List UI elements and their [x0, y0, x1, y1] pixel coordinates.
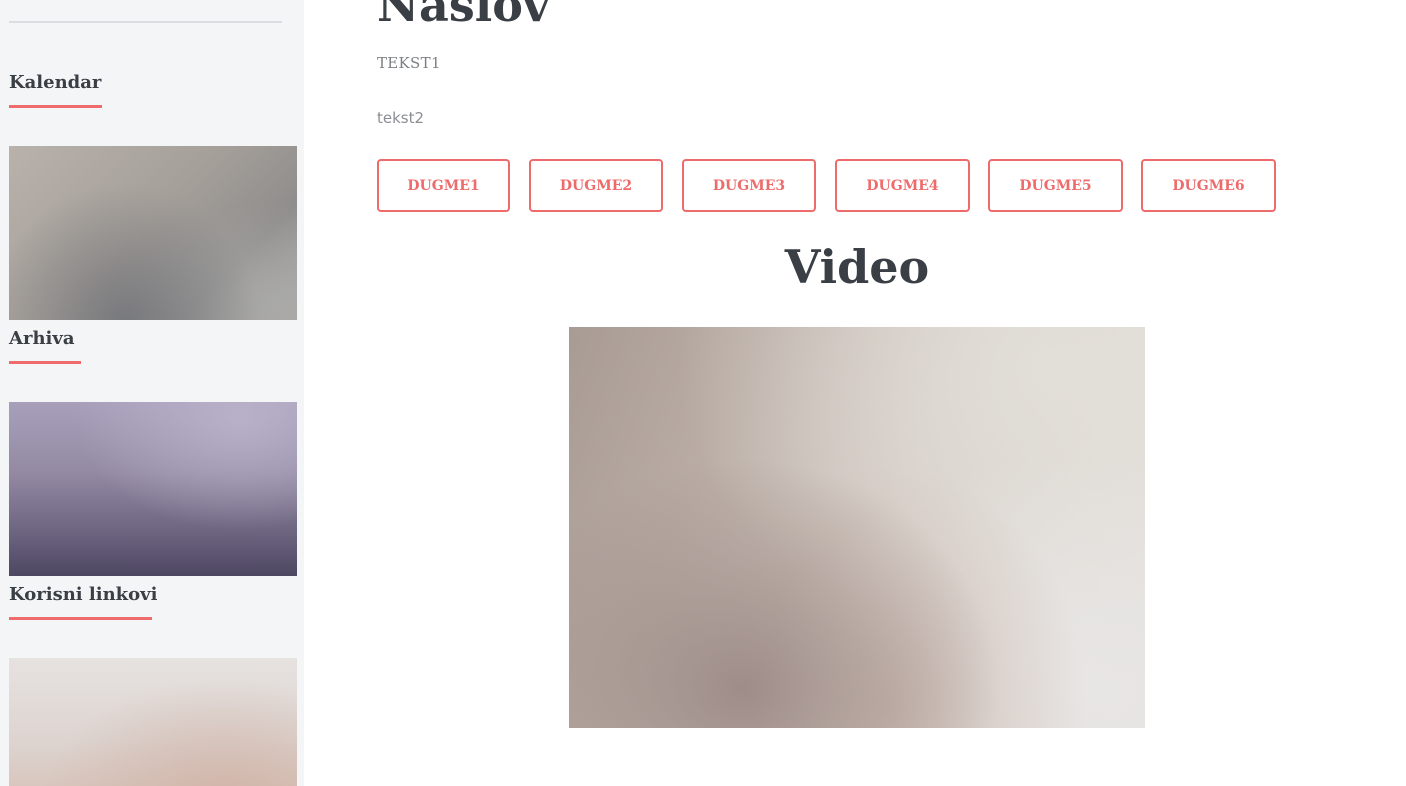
sidebar-divider [9, 21, 282, 23]
korisni-linkovi-image[interactable] [9, 658, 297, 786]
text1: TEKST1 [377, 54, 441, 72]
widget-underline [9, 361, 81, 364]
video-player[interactable] [569, 327, 1145, 728]
dugme6-button[interactable]: DUGME6 [1141, 159, 1276, 212]
widget-underline [9, 617, 152, 620]
widget-underline [9, 105, 102, 108]
arhiva-image[interactable] [9, 402, 297, 576]
page: Kalendar Arhiva Korisni linkovi Naslov T… [0, 0, 1406, 786]
dugme2-button[interactable]: DUGME2 [529, 159, 663, 212]
dugme5-button[interactable]: DUGME5 [988, 159, 1123, 212]
video-section-title: Video [784, 240, 930, 294]
widget-title-korisni-linkovi: Korisni linkovi [9, 584, 158, 605]
sidebar: Kalendar Arhiva Korisni linkovi [0, 0, 304, 786]
kalendar-image[interactable] [9, 146, 297, 320]
widget-title-arhiva: Arhiva [9, 328, 75, 349]
dugme3-button[interactable]: DUGME3 [682, 159, 816, 212]
widget-title-kalendar: Kalendar [9, 72, 102, 93]
dugme1-button[interactable]: DUGME1 [377, 159, 510, 212]
text2: tekst2 [377, 109, 425, 127]
page-title: Naslov [377, 0, 550, 32]
dugme4-button[interactable]: DUGME4 [835, 159, 970, 212]
